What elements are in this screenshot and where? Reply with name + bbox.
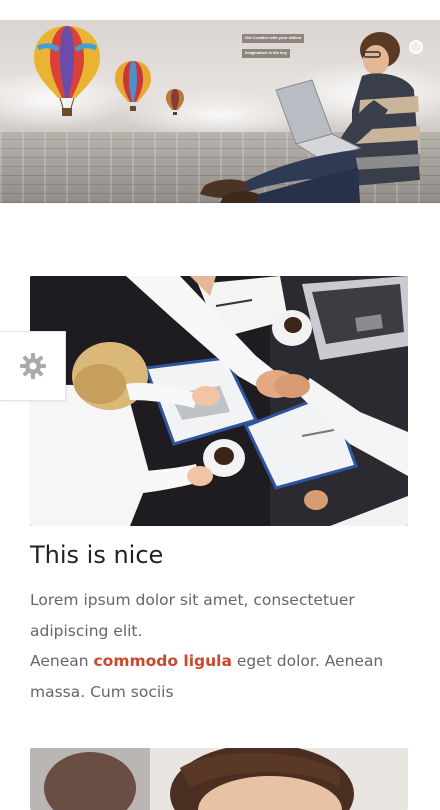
hero-caption-line-1: Get Creative with your skilled [242,34,305,43]
hero-slider[interactable]: Get Creative with your skilled Imaginati… [0,20,440,203]
settings-toggle-button[interactable] [0,331,66,401]
slider-pagination-dot[interactable] [409,40,423,54]
hot-air-balloon-medium [115,61,151,111]
page: Get Creative with your skilled Imaginati… [0,0,440,810]
handshake-photo [30,276,408,526]
card-title: This is nice [30,541,164,569]
card-highlight-link[interactable]: commodo ligula [93,652,231,670]
hot-air-balloon-small [166,89,184,115]
man-with-laptop [200,32,420,203]
woman-portrait-photo [30,748,408,810]
card-text-line-1: Lorem ipsum dolor sit amet, consectetuer… [30,591,355,640]
next-card-image[interactable] [30,748,408,810]
hot-air-balloon-large [34,26,100,116]
card-image[interactable] [30,276,408,526]
card-text-prefix: Aenean [30,652,94,670]
card-description: Lorem ipsum dolor sit amet, consectetuer… [30,585,410,707]
gear-icon [19,353,46,379]
hero-caption-line-2: Imagination is the key [242,49,290,58]
